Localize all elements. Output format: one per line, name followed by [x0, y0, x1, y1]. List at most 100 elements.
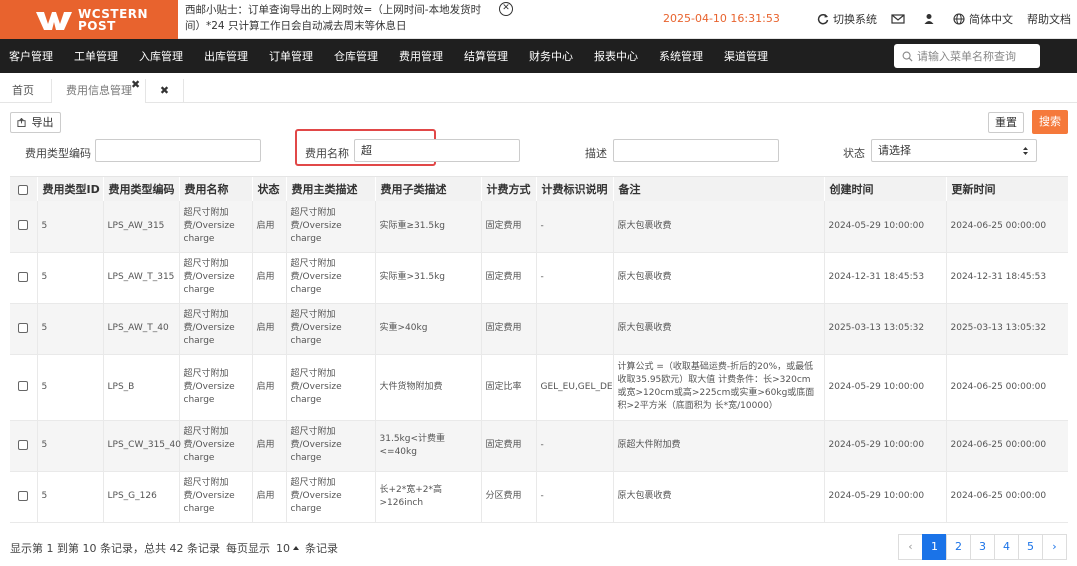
table-row[interactable]: 5 LPS_AW_T_315 超尺寸附加费/Oversize charge 启用 超尺寸… — [10, 252, 1068, 304]
table-cell: 启用 — [252, 201, 287, 253]
row-checkbox[interactable] — [18, 381, 29, 391]
description-input[interactable] — [613, 139, 779, 162]
row-checkbox[interactable] — [18, 271, 29, 282]
nav-item[interactable]: 工单管理 — [74, 48, 118, 64]
table-cell: - — [536, 252, 614, 304]
row-checkbox[interactable] — [18, 220, 29, 231]
column-header[interactable]: 费用类型编码 — [103, 177, 180, 201]
page-button[interactable]: 5 — [1018, 534, 1043, 560]
nav-item[interactable]: 财务中心 — [529, 48, 573, 64]
top-actions: 切换系统 简体中文 帮助文档 — [803, 11, 1071, 27]
table-row[interactable]: 5 LPS_CW_315_40 超尺寸附加费/Oversize charge 启用 超尺… — [10, 420, 1068, 472]
logo[interactable]: WCSTERN POST — [0, 0, 178, 39]
reset-button[interactable]: 重置 — [988, 112, 1024, 133]
page-button[interactable]: 4 — [994, 534, 1019, 560]
column-header[interactable]: 费用子类描述 — [375, 177, 482, 201]
menu-search-input[interactable]: 请输入菜单名称查询 — [894, 44, 1040, 68]
row-checkbox[interactable] — [18, 490, 29, 501]
table-cell: LPS_AW_T_315 — [103, 252, 180, 304]
table-cell: 2024-05-29 10:00:00 — [824, 201, 947, 253]
nav-item[interactable]: 仓库管理 — [334, 48, 378, 64]
column-header[interactable]: 备注 — [613, 177, 825, 201]
row-checkbox-cell[interactable] — [10, 201, 38, 253]
table-cell: 2024-12-31 18:45:53 — [946, 252, 1068, 304]
column-header[interactable]: 费用类型ID — [37, 177, 104, 201]
row-checkbox[interactable] — [18, 439, 29, 450]
column-header[interactable]: 费用主类描述 — [286, 177, 376, 201]
current-datetime: 2025-04-10 16:31:53 — [663, 12, 780, 25]
status-label: 状态 — [843, 147, 865, 160]
nav-item[interactable]: 结算管理 — [464, 48, 508, 64]
status-select[interactable]: 请选择 — [871, 139, 1037, 162]
page-button[interactable]: 1 — [922, 534, 947, 560]
nav-item[interactable]: 订单管理 — [269, 48, 313, 64]
column-header[interactable]: 更新时间 — [946, 177, 1068, 201]
tab-close-icon[interactable]: ✖ — [131, 79, 140, 91]
column-header[interactable]: 计费标识说明 — [536, 177, 614, 201]
nav-items: 客户管理 工单管理 入库管理 出库管理 订单管理 仓库管理 费用管理 结算管理 财务中心 报表中心… — [0, 39, 780, 73]
table-row[interactable]: 5 LPS_AW_315 超尺寸附加费/Oversize charge 启用 超尺寸附加… — [10, 201, 1068, 253]
page-size-value: 10 — [275, 541, 290, 555]
help-docs-link[interactable]: 帮助文档 — [1027, 11, 1071, 27]
table-cell: 超尺寸附加费/Oversize charge — [286, 201, 376, 253]
nav-item[interactable]: 入库管理 — [139, 48, 183, 64]
page-button[interactable]: 2 — [946, 534, 971, 560]
page-size-select[interactable]: 10 — [274, 542, 301, 555]
language-button[interactable]: 简体中文 — [953, 11, 1013, 27]
type-code-label: 费用类型编码 — [25, 147, 91, 160]
user-button[interactable] — [923, 13, 939, 25]
notice-line1: 西邮小贴士：订单查询导出的上网时效=（上网时间-本地发货时 — [185, 4, 482, 16]
select-all-checkbox[interactable] — [18, 184, 29, 195]
nav-item[interactable]: 出库管理 — [204, 48, 248, 64]
tab-home[interactable]: 首页 — [0, 79, 52, 103]
column-header[interactable]: 状态 — [252, 177, 287, 201]
table-cell: 长+2*宽+2*高>126inch — [375, 471, 482, 523]
close-all-tabs-icon[interactable]: ✖ — [146, 79, 184, 103]
prev-page-button[interactable]: ‹ — [898, 534, 923, 560]
table-cell: 大件货物附加费 — [375, 354, 482, 421]
page-button[interactable]: 3 — [970, 534, 995, 560]
table-cell: 31.5kg<计费重<=40kg — [375, 420, 482, 472]
per-page-label: 每页显示 — [225, 542, 270, 555]
next-page-button[interactable]: › — [1042, 534, 1067, 560]
column-header[interactable]: 创建时间 — [824, 177, 947, 201]
table-row[interactable]: 5 LPS_B 超尺寸附加费/Oversize charge 启用 超尺寸附加费/Ove… — [10, 354, 1068, 421]
table-cell: 实际重≥31.5kg — [375, 201, 482, 253]
nav-item[interactable]: 报表中心 — [594, 48, 638, 64]
switch-system-button[interactable]: 切换系统 — [817, 11, 877, 27]
select-all-checkbox-cell[interactable] — [10, 177, 38, 201]
row-checkbox-cell[interactable] — [10, 252, 38, 304]
record-range-text: 显示第 1 到第 10 条记录，总共 42 条记录 — [10, 542, 220, 555]
table-cell: 2025-03-13 13:05:32 — [824, 303, 947, 355]
menu-search-placeholder: 请输入菜单名称查询 — [917, 50, 1016, 63]
table-cell: 启用 — [252, 420, 287, 472]
table-row[interactable]: 5 LPS_AW_T_40 超尺寸附加费/Oversize charge 启用 超尺寸附… — [10, 303, 1068, 355]
nav-item[interactable]: 渠道管理 — [724, 48, 768, 64]
table-body: 5 LPS_AW_315 超尺寸附加费/Oversize charge 启用 超尺寸附加… — [10, 201, 1068, 523]
export-button[interactable]: 导出 — [10, 112, 61, 133]
nav-item[interactable]: 客户管理 — [9, 48, 53, 64]
table-cell: 启用 — [252, 471, 287, 523]
row-checkbox[interactable] — [18, 322, 29, 333]
table-cell: - — [536, 201, 614, 253]
table-cell: LPS_CW_315_40 — [103, 420, 181, 472]
nav-item[interactable]: 费用管理 — [399, 48, 443, 64]
nav-item[interactable]: 系统管理 — [659, 48, 703, 64]
user-icon — [924, 14, 934, 24]
table-row[interactable]: 5 LPS_G_126 超尺寸附加费/Oversize charge 启用 超尺寸附加费… — [10, 471, 1068, 523]
column-header[interactable]: 费用名称 — [179, 177, 253, 201]
row-checkbox-cell[interactable] — [10, 354, 38, 421]
row-checkbox-cell[interactable] — [10, 303, 38, 355]
type-code-input[interactable] — [95, 139, 261, 162]
export-label: 导出 — [31, 116, 54, 129]
fee-name-input[interactable]: 超 — [354, 139, 520, 162]
table-cell: 计算公式 =（收取基础运费-折后的20%，或最低收取35.95欧元）取大值 计费… — [613, 354, 825, 421]
table-cell: 2024-05-29 10:00:00 — [824, 354, 947, 421]
row-checkbox-cell[interactable] — [10, 420, 38, 472]
table-cell: 2024-05-29 10:00:00 — [824, 420, 947, 472]
row-checkbox-cell[interactable] — [10, 471, 38, 523]
notice-close-icon[interactable]: ✕ — [499, 2, 513, 16]
search-button[interactable]: 搜索 — [1032, 110, 1068, 134]
mail-button[interactable] — [891, 13, 909, 25]
column-header[interactable]: 计费方式 — [481, 177, 537, 201]
